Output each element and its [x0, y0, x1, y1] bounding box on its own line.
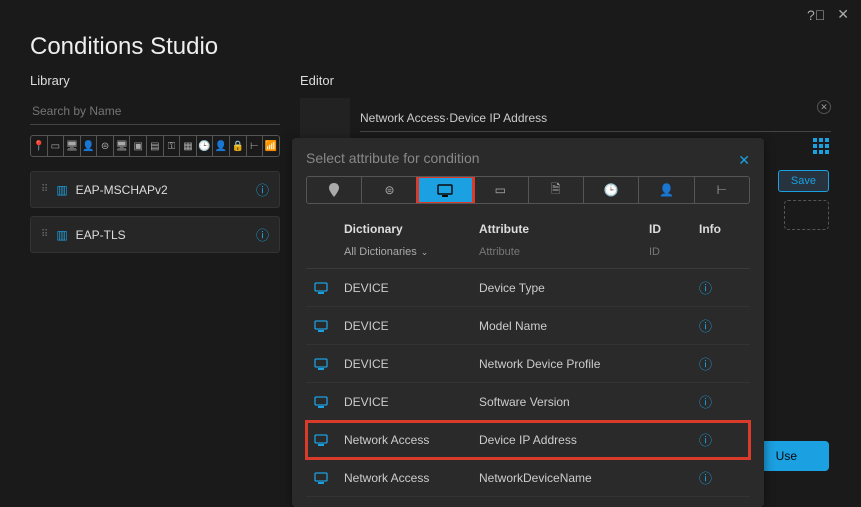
- condition-item[interactable]: ⠿ ▥ EAP-TLS ⓘ: [30, 216, 280, 253]
- row-attribute: Device Type: [479, 281, 649, 295]
- row-attribute: Device IP Address: [479, 433, 649, 447]
- info-icon[interactable]: ⓘ: [256, 180, 269, 199]
- drag-handle-icon[interactable]: ⠿: [41, 184, 48, 195]
- row-attribute: NetworkDeviceName: [479, 471, 649, 485]
- tab-user[interactable]: 👤: [639, 177, 694, 203]
- row-dictionary: DEVICE: [344, 281, 479, 295]
- tab-hierarchy[interactable]: ⊢: [695, 177, 749, 203]
- key-icon[interactable]: ⚿: [164, 136, 181, 156]
- row-attribute: Model Name: [479, 319, 649, 333]
- tab-device[interactable]: [418, 177, 473, 203]
- page-title: Conditions Studio: [0, 29, 861, 73]
- pin-icon[interactable]: 📍: [31, 136, 48, 156]
- tree-icon[interactable]: ⊢: [247, 136, 264, 156]
- editor-thumb[interactable]: [300, 98, 350, 138]
- info-icon[interactable]: ⓘ: [256, 225, 269, 244]
- monitor-icon[interactable]: 🖥: [64, 136, 81, 156]
- tab-location[interactable]: [307, 177, 362, 203]
- search-input[interactable]: [30, 98, 280, 125]
- attribute-row[interactable]: DEVICEModel Name ⓘ: [306, 307, 750, 345]
- chevron-down-icon: ⌄: [421, 247, 429, 258]
- attribute-row[interactable]: DEVICEDevice Type ⓘ: [306, 269, 750, 307]
- document-icon: ▥: [56, 183, 67, 197]
- view-grid-icon[interactable]: [813, 138, 829, 154]
- clear-icon[interactable]: ✕: [817, 100, 831, 114]
- close-icon[interactable]: ✕: [837, 6, 849, 23]
- save-button[interactable]: Save: [778, 170, 829, 192]
- device-icon: [314, 472, 344, 484]
- editor-field[interactable]: Network Access·Device IP Address: [360, 105, 831, 132]
- col-id: ID: [649, 222, 699, 236]
- info-icon[interactable]: ⓘ: [699, 430, 742, 449]
- col-dictionary: Dictionary: [344, 222, 479, 236]
- table-header: Dictionary Attribute ID Info: [306, 216, 750, 242]
- device-icon: [314, 396, 344, 408]
- group-icon[interactable]: ⊜: [97, 136, 114, 156]
- drag-handle-icon[interactable]: ⠿: [41, 229, 48, 240]
- tab-globe[interactable]: ⊜: [362, 177, 417, 203]
- attribute-row[interactable]: DEVICESoftware Version ⓘ: [306, 383, 750, 421]
- condition-name: EAP-TLS: [76, 228, 256, 242]
- row-attribute: Network Device Profile: [479, 357, 649, 371]
- tab-clock[interactable]: 🕒: [584, 177, 639, 203]
- filter-icon-row: 📍 ▭ 🖥 👤 ⊜ 🖥 ▣ ▤ ⚿ ▦ 🕒 👤 🔒 ⊢ 📶: [30, 135, 280, 157]
- help-icon[interactable]: ?⃝: [807, 7, 825, 23]
- info-icon[interactable]: ⓘ: [699, 392, 742, 411]
- attribute-row[interactable]: DEVICENetwork Device Profile ⓘ: [306, 345, 750, 383]
- tab-id[interactable]: ▭: [473, 177, 528, 203]
- attribute-row[interactable]: Network AccessNetworkDeviceName ⓘ: [306, 459, 750, 497]
- filter-row: All Dictionaries ⌄ Attribute ID: [306, 242, 750, 269]
- card-icon[interactable]: ▭: [48, 136, 65, 156]
- info-icon[interactable]: ⓘ: [699, 468, 742, 487]
- row-dictionary: DEVICE: [344, 319, 479, 333]
- category-tabs: ⊜ ▭ 🗎 🕒 👤 ⊢: [306, 176, 750, 204]
- modal-close-icon[interactable]: ✕: [738, 152, 750, 169]
- attribute-row[interactable]: Network AccessDevice IP Address ⓘ: [306, 421, 750, 459]
- clock-icon[interactable]: 🕒: [197, 136, 214, 156]
- info-icon[interactable]: ⓘ: [699, 354, 742, 373]
- row-dictionary: DEVICE: [344, 395, 479, 409]
- filter-dictionary[interactable]: All Dictionaries ⌄: [344, 246, 479, 258]
- condition-name: EAP-MSCHAPv2: [76, 183, 256, 197]
- device-icon: [314, 358, 344, 370]
- wifi-icon[interactable]: 📶: [263, 136, 279, 156]
- row-dictionary: DEVICE: [344, 357, 479, 371]
- screen-icon[interactable]: ▣: [130, 136, 147, 156]
- person-icon[interactable]: 👤: [213, 136, 230, 156]
- doc-icon[interactable]: ▦: [180, 136, 197, 156]
- lock-icon[interactable]: 🔒: [230, 136, 247, 156]
- user-icon[interactable]: 👤: [81, 136, 98, 156]
- filter-id[interactable]: ID: [649, 246, 699, 258]
- attribute-selector-modal: ✕ Select attribute for condition ⊜ ▭ 🗎 🕒…: [292, 138, 764, 507]
- device-icon: [314, 434, 344, 446]
- library-label: Library: [30, 73, 280, 88]
- device-icon[interactable]: ▤: [147, 136, 164, 156]
- device-icon: [314, 320, 344, 332]
- row-dictionary: Network Access: [344, 471, 479, 485]
- editor-label: Editor: [300, 73, 831, 88]
- tab-doc[interactable]: 🗎: [529, 177, 584, 203]
- filter-attribute[interactable]: Attribute: [479, 246, 649, 258]
- row-attribute: Software Version: [479, 395, 649, 409]
- col-info: Info: [699, 222, 742, 236]
- document-icon: ▥: [56, 228, 67, 242]
- condition-item[interactable]: ⠿ ▥ EAP-MSCHAPv2 ⓘ: [30, 171, 280, 208]
- info-icon[interactable]: ⓘ: [699, 278, 742, 297]
- modal-title: Select attribute for condition: [306, 150, 750, 166]
- info-icon[interactable]: ⓘ: [699, 316, 742, 335]
- row-dictionary: Network Access: [344, 433, 479, 447]
- dropzone[interactable]: [784, 200, 829, 230]
- col-attribute: Attribute: [479, 222, 649, 236]
- device-icon: [314, 282, 344, 294]
- desktop-icon[interactable]: 🖥: [114, 136, 131, 156]
